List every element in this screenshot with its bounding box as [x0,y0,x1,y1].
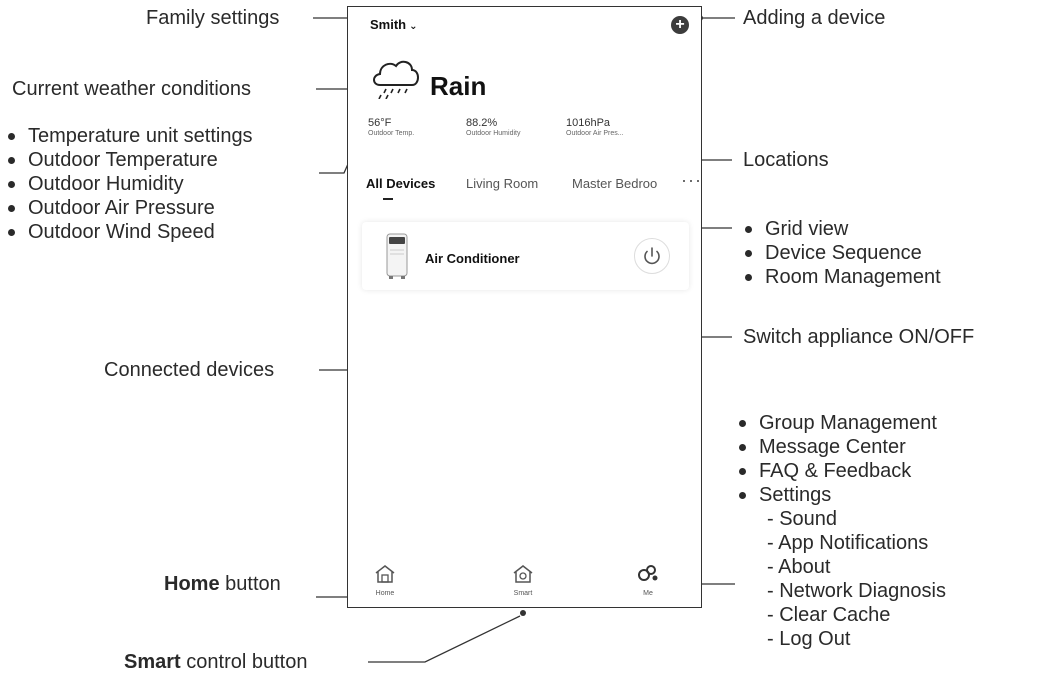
list-item: FAQ & Feedback [737,459,946,483]
callout-current-weather: Current weather conditions [12,78,252,100]
outdoor-pressure: 1016hPa Outdoor Air Pres... [566,117,624,139]
callout-family-settings: Family settings [146,7,280,29]
callout-switch: Switch appliance ON/OFF [743,326,975,348]
nav-me-label: Me [643,590,653,597]
list-item: Outdoor Air Pressure [6,196,253,220]
tab-master-bedroom[interactable]: Master Bedroo [572,176,657,191]
tab-all-devices[interactable]: All Devices [366,176,435,191]
callout-smart-rest: control button [180,651,308,673]
outdoor-humidity: 88.2% Outdoor Humidity [466,117,520,139]
device-card[interactable]: Air Conditioner [362,222,689,290]
home-icon [375,565,395,583]
list-item: Settings [737,483,946,507]
list-item: Room Management [743,265,941,289]
rain-cloud-icon [368,55,424,104]
callout-adding-device: Adding a device [743,7,886,29]
humidity-value: 88.2% [466,117,498,129]
callout-locations: Locations [743,149,829,171]
family-name: Smith [370,17,407,32]
list-item: Outdoor Wind Speed [6,220,253,244]
list-item: - Clear Cache [767,604,891,626]
list-item: Outdoor Humidity [6,172,253,196]
list-item: Group Management [737,411,946,435]
nav-home-label: Home [375,590,395,597]
temperature-label: Outdoor Temp. [368,130,415,137]
nav-me-button[interactable]: Me [623,564,673,597]
family-selector[interactable]: Smith ⌄ [370,17,418,32]
callout-home-rest: button [219,573,281,595]
me-icon [638,565,658,581]
callout-weather-list: Temperature unit settings Outdoor Temper… [6,124,253,244]
power-icon [644,247,660,265]
weather-condition: Rain [430,71,487,101]
nav-home-button[interactable]: Home [360,564,410,597]
callout-me-list: Group Management Message Center FAQ & Fe… [737,411,946,651]
callout-smart-bold: Smart [124,651,181,673]
list-item: - Network Diagnosis [767,580,946,602]
pressure-label: Outdoor Air Pres... [566,130,624,137]
bottom-nav: Home Smart Me [348,559,701,607]
callout-connected-devices: Connected devices [104,359,275,381]
more-options-icon[interactable]: ··· [681,170,702,191]
power-button[interactable] [634,238,670,274]
humidity-label: Outdoor Humidity [466,130,521,137]
temperature-value: 56°F [368,117,392,129]
list-item: - Sound [767,508,838,530]
air-conditioner-icon [384,232,410,285]
active-tab-indicator [383,198,393,200]
list-item: - About [767,556,831,578]
list-item: - App Notifications [767,532,929,554]
callout-home-button: Home button [164,572,281,596]
list-item: Temperature unit settings [6,124,253,148]
nav-smart-label: Smart [513,590,533,597]
list-item: Grid view [743,217,941,241]
list-item: Outdoor Temperature [6,148,253,172]
list-item: - Log Out [767,628,851,650]
list-item: Device Sequence [743,241,941,265]
chevron-down-icon: ⌄ [409,21,418,32]
nav-smart-button[interactable]: Smart [498,564,548,597]
pressure-value: 1016hPa [566,117,611,129]
device-name: Air Conditioner [425,251,520,266]
list-item: Message Center [737,435,946,459]
callout-smart-button: Smart control button [124,650,307,674]
callout-home-bold: Home [164,573,220,595]
outdoor-temperature[interactable]: 56°F Outdoor Temp. [368,117,414,139]
phone-screen: Smith ⌄ + Rain 56°F Outdoor Temp. 88.2% O… [347,6,702,608]
add-device-button[interactable]: + [671,16,689,34]
location-tabs: All Devices Living Room Master Bedroo ··… [366,170,701,206]
tab-living-room[interactable]: Living Room [466,176,538,191]
callout-more-list: Grid view Device Sequence Room Managemen… [743,217,941,289]
smart-icon [513,565,533,583]
